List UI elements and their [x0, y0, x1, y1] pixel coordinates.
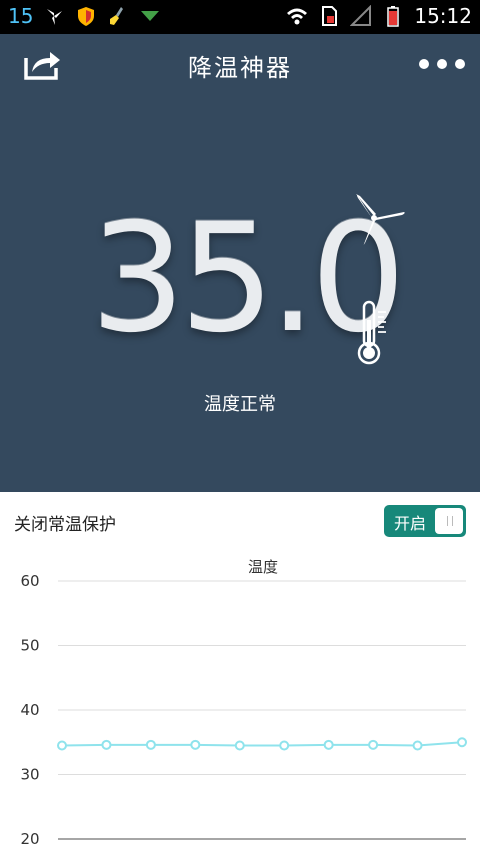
data-point — [279, 740, 290, 751]
temperature-chart: 温度 60 50 40 30 20 — [20, 558, 467, 848]
y-tick-label: 60 — [20, 572, 39, 590]
toggle-label: 开启 — [394, 514, 427, 533]
y-tick-label: 30 — [20, 766, 39, 784]
title-bar: 降温神器 — [0, 34, 480, 94]
data-point — [57, 740, 67, 751]
chart-title: 温度 — [248, 558, 278, 576]
grip-icon — [447, 516, 453, 526]
series-line — [61, 741, 463, 747]
status-time: 15:12 — [414, 4, 472, 28]
wifi-icon — [287, 8, 308, 25]
status-bar: 15 15:12 — [0, 0, 480, 34]
signal-icon — [350, 5, 372, 26]
y-tick-label: 20 — [20, 830, 39, 848]
y-tick-label: 40 — [20, 701, 39, 719]
data-point — [412, 740, 423, 751]
status-number: 15 — [8, 4, 34, 28]
battery-icon — [387, 6, 400, 27]
protection-toggle[interactable]: 开启 — [384, 505, 466, 537]
temperature-status: 温度正常 — [204, 394, 276, 415]
data-point — [145, 739, 156, 750]
more-dot-icon — [455, 59, 465, 69]
download-icon — [141, 11, 160, 21]
toggle-knob — [435, 508, 463, 534]
protection-row: 关闭常温保护 开启 — [0, 492, 480, 550]
pinwheel-icon — [47, 9, 63, 25]
thermometer-icon — [357, 300, 386, 365]
y-tick-label: 50 — [20, 637, 39, 655]
hero-panel: 降温神器 35.0 温度正常 — [0, 34, 480, 492]
more-options-button[interactable] — [418, 54, 466, 74]
data-point — [323, 739, 334, 750]
data-point — [368, 739, 379, 750]
shield-icon — [78, 7, 95, 26]
data-point — [101, 739, 112, 750]
page-title: 降温神器 — [188, 54, 292, 82]
sim-icon — [322, 6, 338, 26]
protection-label: 关闭常温保护 — [14, 515, 116, 535]
broom-icon — [110, 7, 124, 25]
fan-icon[interactable] — [348, 194, 408, 254]
data-point — [234, 740, 245, 751]
more-dot-icon — [437, 59, 447, 69]
data-point — [190, 739, 201, 750]
more-dot-icon — [419, 59, 429, 69]
data-point — [457, 737, 467, 748]
